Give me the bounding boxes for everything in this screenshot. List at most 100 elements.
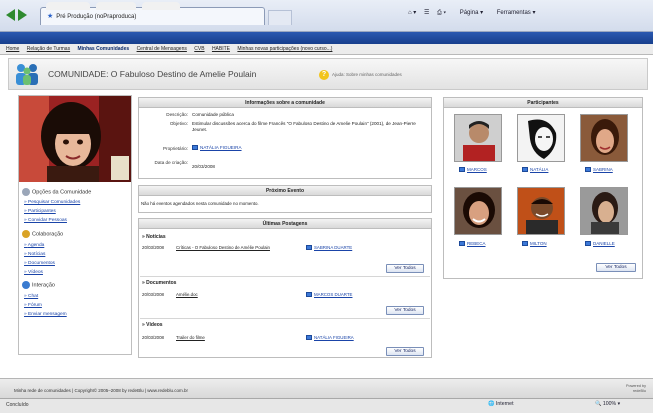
options-icon bbox=[22, 188, 30, 196]
post-item-link[interactable]: Críticas - O Fabuloso Destino de Amélie … bbox=[176, 245, 296, 251]
sidebar-section-colaboracao: Colaboração bbox=[22, 230, 63, 238]
status-text: Concluído bbox=[6, 402, 29, 408]
print-icon[interactable]: ⎙ ▾ bbox=[437, 10, 446, 16]
post-item-link[interactable]: Trailer do filme bbox=[176, 335, 205, 340]
sidebar-link-pesquisar[interactable]: » Pesquisar Comunidades bbox=[24, 200, 80, 205]
page-title: COMUNIDADE: O Fabuloso Destino de Amelie… bbox=[48, 69, 257, 79]
site-menu: Home Relação de Turmas Minhas Comunidade… bbox=[0, 44, 653, 55]
participant-photo[interactable] bbox=[517, 114, 565, 162]
menu-habite[interactable]: HABITE bbox=[212, 46, 230, 52]
site-tab-pill[interactable] bbox=[142, 2, 180, 10]
post-author[interactable]: SABRINA DUARTE bbox=[306, 245, 352, 251]
obj-label: Objetivo: bbox=[169, 121, 188, 126]
participant-photo[interactable] bbox=[454, 187, 502, 235]
community-photo bbox=[19, 96, 131, 182]
posts-group-title: » Notícias bbox=[142, 234, 166, 240]
new-tab-button[interactable] bbox=[268, 10, 292, 25]
menu-home[interactable]: Home bbox=[6, 46, 19, 52]
sidebar-section-options: Opções da Comunidade bbox=[22, 188, 91, 196]
events-panel-title: Próximo Evento bbox=[139, 186, 431, 196]
post-date: 20/03/2008 bbox=[142, 292, 164, 297]
status-zone: 🌐 Internet 🔍 100% ▾ bbox=[488, 401, 621, 407]
sidebar-section-interacao: Interação bbox=[22, 281, 55, 289]
user-icon bbox=[585, 241, 591, 247]
post-author[interactable]: MARCOS DUARTE bbox=[306, 292, 352, 298]
help-icon[interactable]: ? bbox=[319, 70, 329, 80]
menu-turmas[interactable]: Relação de Turmas bbox=[27, 46, 70, 52]
tab-title: Pré Produção (noPraproduca) bbox=[56, 14, 137, 20]
see-all-videos-button[interactable]: Ver Todos bbox=[386, 347, 424, 356]
sidebar-link-noticias[interactable]: » Notícias bbox=[24, 252, 45, 257]
sidebar-link-convidar[interactable]: » Convidar Pessoas bbox=[24, 218, 67, 223]
sidebar-link-participantes[interactable]: » Participantes bbox=[24, 209, 56, 214]
powered-by: Powered by redeBlu bbox=[625, 384, 646, 393]
sidebar-link-documentos[interactable]: » Documentos bbox=[24, 261, 55, 266]
participant-name[interactable]: SABRINA bbox=[585, 167, 613, 173]
user-icon bbox=[585, 167, 591, 173]
posts-group-title: » Vídeos bbox=[142, 322, 163, 328]
divider bbox=[140, 276, 430, 277]
page-menu[interactable]: Página ▾ bbox=[454, 10, 483, 16]
menu-cvb[interactable]: CVB bbox=[194, 46, 204, 52]
user-icon bbox=[459, 241, 465, 247]
menu-comunidades[interactable]: Minhas Comunidades bbox=[77, 46, 129, 52]
home-icon[interactable]: ⌂ ▾ bbox=[408, 10, 416, 16]
site-tab-pill[interactable] bbox=[46, 2, 90, 10]
post-author[interactable]: NATÁLIA FIGUEIRA bbox=[306, 335, 354, 341]
user-icon bbox=[306, 335, 312, 341]
user-icon bbox=[306, 292, 312, 298]
user-icon bbox=[522, 241, 528, 247]
see-all-docs-button[interactable]: Ver Todos bbox=[386, 306, 424, 315]
internet-zone-icon: 🌐 bbox=[488, 401, 495, 407]
post-item-link[interactable]: Amélie.doc bbox=[176, 292, 198, 297]
community-icon bbox=[14, 62, 40, 86]
sidebar-link-videos[interactable]: » Vídeos bbox=[24, 270, 43, 275]
participant-name[interactable]: MARCOS bbox=[459, 167, 487, 173]
events-panel: Próximo Evento bbox=[138, 185, 432, 213]
community-info-panel: Informações sobre a comunidade bbox=[138, 97, 432, 179]
site-tab-pill[interactable] bbox=[96, 2, 136, 10]
forward-arrow-icon[interactable] bbox=[18, 9, 27, 21]
sidebar-link-mensagem[interactable]: » Enviar mensagem bbox=[24, 312, 67, 317]
feeds-icon[interactable]: ☰ bbox=[424, 10, 429, 16]
participant-name[interactable]: DANIELLE bbox=[585, 241, 615, 247]
user-icon bbox=[306, 245, 312, 251]
participant-photo[interactable] bbox=[517, 187, 565, 235]
favorites-star-icon[interactable]: ★ bbox=[47, 13, 53, 20]
participant-photo[interactable] bbox=[454, 114, 502, 162]
collaboration-icon bbox=[22, 230, 30, 238]
browser-nav-buttons[interactable] bbox=[6, 9, 34, 23]
user-icon bbox=[192, 145, 198, 151]
see-all-participants-button[interactable]: Ver Todos bbox=[596, 263, 636, 272]
divider bbox=[140, 318, 430, 319]
interaction-icon bbox=[22, 281, 30, 289]
date-value: 20/03/2008 bbox=[192, 164, 215, 169]
help-link[interactable]: Ajuda: Sobre minhas comunidades bbox=[332, 72, 402, 77]
post-date: 20/03/2008 bbox=[142, 245, 164, 250]
menu-mensagens[interactable]: Central de Mensagens bbox=[137, 46, 187, 52]
participant-name[interactable]: MILTON bbox=[522, 241, 547, 247]
user-icon bbox=[459, 167, 465, 173]
owner-value[interactable]: NATÁLIA FIGUEIRA bbox=[192, 145, 242, 151]
participant-name[interactable]: NATÁLIA bbox=[522, 167, 548, 173]
participant-photo[interactable] bbox=[580, 187, 628, 235]
desc-value: Comunidade pública bbox=[192, 112, 234, 117]
participant-photo[interactable] bbox=[580, 114, 628, 162]
posts-group-title: » Documentos bbox=[142, 280, 177, 286]
sidebar-link-forum[interactable]: » Fórum bbox=[24, 303, 42, 308]
sidebar-link-chat[interactable]: » Chat bbox=[24, 294, 38, 299]
desc-label: Descrição: bbox=[166, 112, 188, 117]
sidebar-link-agenda[interactable]: » Agenda bbox=[24, 243, 44, 248]
participants-panel-title: Participantes bbox=[444, 98, 642, 108]
site-nav-bar bbox=[0, 32, 653, 44]
back-arrow-icon[interactable] bbox=[6, 9, 15, 21]
see-all-news-button[interactable]: Ver Todos bbox=[386, 264, 424, 273]
tools-menu[interactable]: Ferramentas ▾ bbox=[491, 10, 536, 16]
menu-participacoes[interactable]: Minhas novas participações (novo curso..… bbox=[237, 46, 332, 52]
post-date: 20/03/2008 bbox=[142, 335, 164, 340]
user-icon bbox=[522, 167, 528, 173]
info-panel-title: Informações sobre a comunidade bbox=[139, 98, 431, 108]
footer-text: Minha rede de comunidades | Copyright© 2… bbox=[14, 388, 189, 393]
zoom-control[interactable]: 🔍 100% ▾ bbox=[595, 401, 620, 407]
participant-name[interactable]: REBECA bbox=[459, 241, 486, 247]
